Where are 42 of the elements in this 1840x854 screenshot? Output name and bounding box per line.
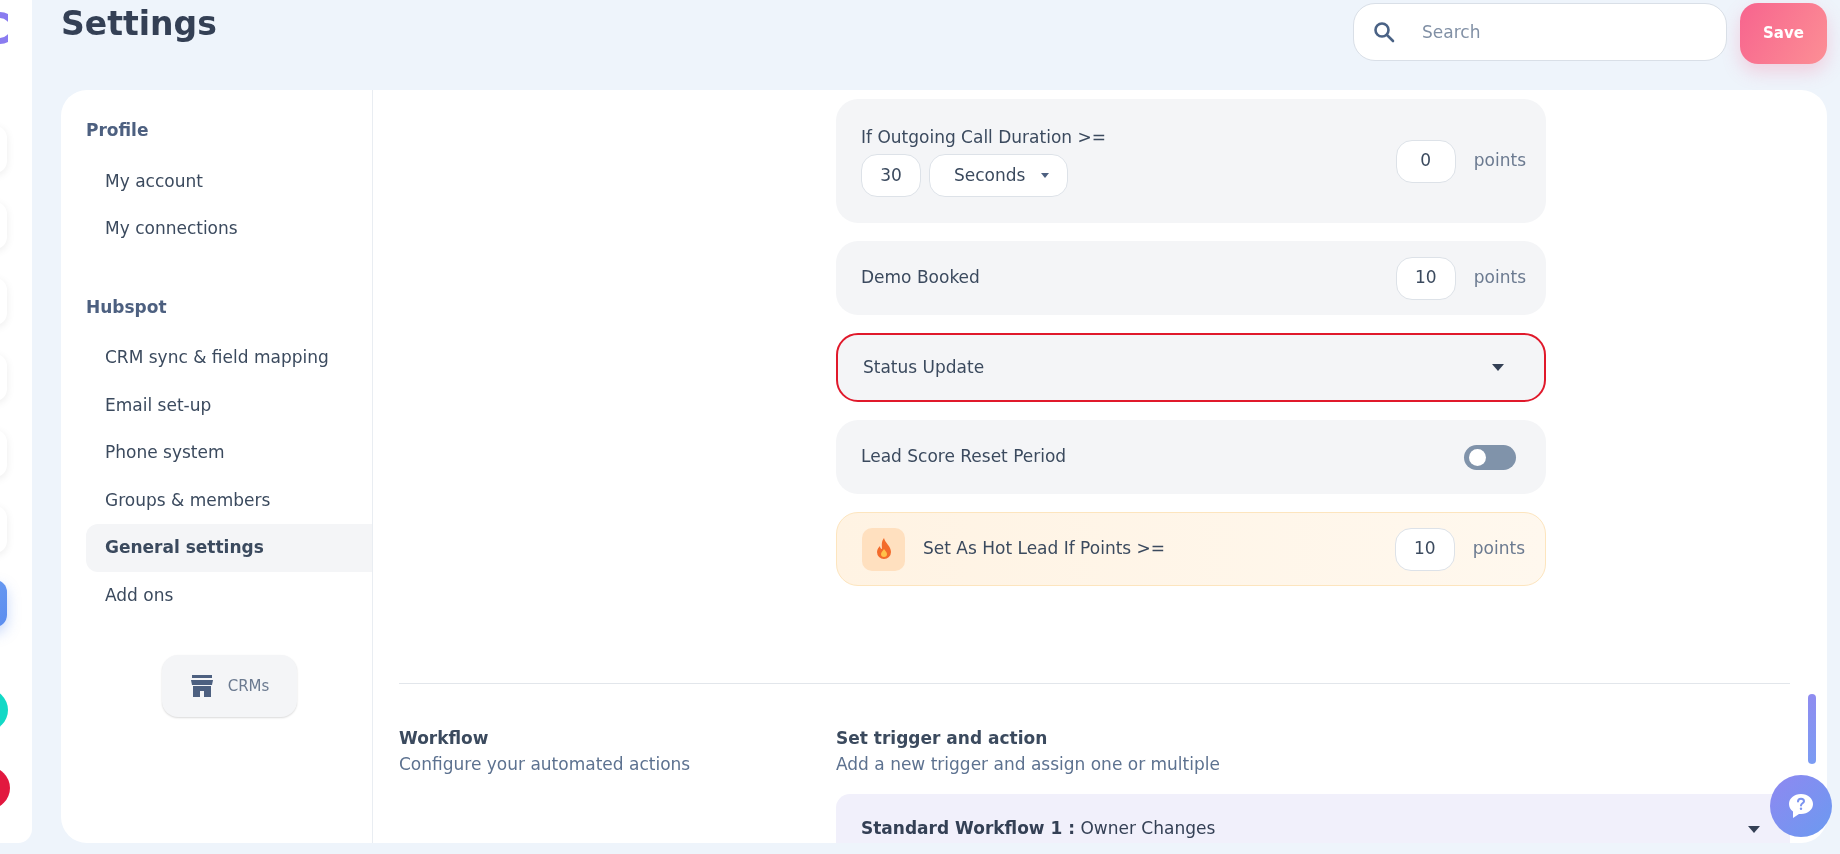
sidebar-item[interactable]: CRM sync & field mapping — [86, 334, 372, 382]
section-heading: Profile — [86, 119, 150, 142]
toggle-switch[interactable] — [1464, 444, 1516, 470]
unit-label: points — [1472, 537, 1525, 561]
points-field[interactable]: 10 — [1395, 256, 1456, 300]
unit-label: points — [1473, 266, 1526, 290]
section-description: Add a new trigger and assign one or multiple — [836, 752, 1221, 776]
dropdown-value: Seconds — [954, 164, 1026, 187]
sidebar-item[interactable]: Add ons — [86, 571, 372, 619]
workflow-dropdown[interactable]: Standard Workflow 1 : Owner Changes — [836, 794, 1790, 843]
sidebar-item[interactable]: General settings — [86, 524, 372, 572]
rule-label: Demo Booked — [861, 266, 980, 290]
workflow-title: Standard Workflow 1 : Owner Changes — [861, 817, 1216, 841]
caret-icon — [1041, 173, 1049, 179]
sidebar-item[interactable]: Phone system — [86, 429, 372, 477]
store-icon — [189, 675, 214, 697]
section-heading: Hubspot — [86, 295, 168, 319]
sidebar-item[interactable]: Email set-up — [86, 381, 372, 429]
status-dropdown[interactable]: Status Update — [836, 333, 1546, 402]
points-field[interactable]: 10 — [1394, 527, 1455, 571]
rule-label: Lead Score Reset Period — [861, 445, 1067, 469]
section-title: Workflow — [399, 727, 490, 750]
caret-icon — [1492, 364, 1504, 371]
sidebar-item[interactable]: Groups & members — [86, 476, 372, 524]
section-title: Set trigger and action — [836, 727, 1049, 750]
amount-field[interactable]: 30 — [861, 154, 921, 198]
caret-icon — [1748, 825, 1760, 833]
search-field[interactable]: Search — [1353, 3, 1727, 61]
page-title: Settings — [61, 4, 217, 44]
search-icon — [1373, 21, 1395, 43]
sidebar-item[interactable]: My account — [86, 157, 372, 205]
chat-icon — [1786, 792, 1816, 820]
crms-button[interactable]: CRMs — [162, 655, 297, 717]
fire-icon — [862, 527, 905, 571]
unit-dropdown[interactable]: Seconds — [929, 154, 1068, 198]
scrollbar-thumb[interactable] — [1808, 694, 1816, 764]
sidebar-item[interactable]: My connections — [86, 205, 372, 253]
section-description: Configure your automated actions — [399, 752, 692, 776]
rule-label: Set As Hot Lead If Points >= — [923, 537, 1166, 561]
rule-label: If Outgoing Call Duration >= — [861, 125, 1106, 149]
unit-label: points — [1473, 149, 1526, 173]
points-field[interactable]: 0 — [1395, 139, 1456, 183]
